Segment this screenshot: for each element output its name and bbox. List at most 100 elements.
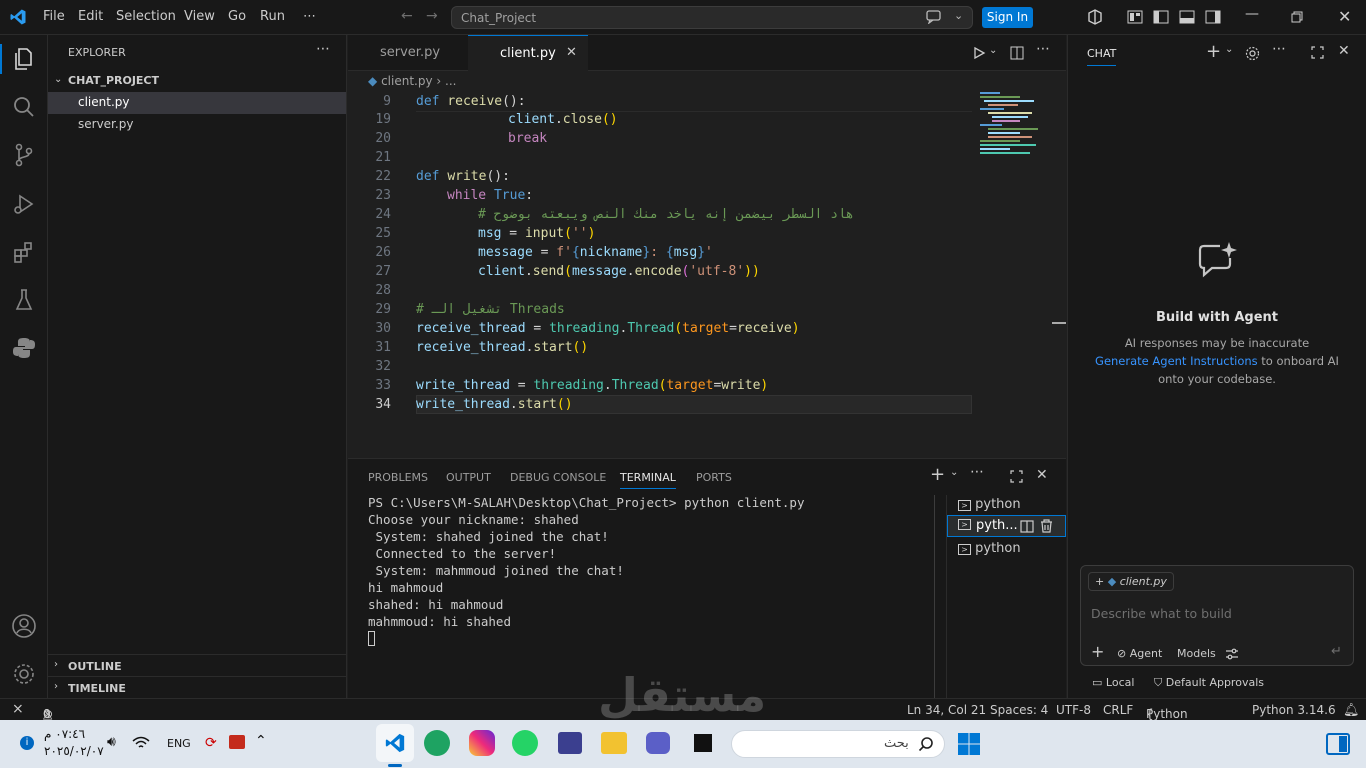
forward-arrow-icon[interactable]: → [426, 8, 438, 24]
testing-flask-icon[interactable] [10, 286, 38, 314]
menu-run[interactable]: Run [260, 9, 285, 24]
tab-server[interactable]: server.py [348, 35, 466, 71]
info-badge-icon[interactable]: i [20, 736, 34, 750]
timeline-section[interactable]: TIMELINE [68, 682, 126, 695]
more-actions-icon[interactable]: ⋯ [1036, 41, 1050, 57]
clock-time[interactable]: ٠٧:٤٦ م [44, 727, 85, 741]
local-button[interactable]: ▭ Local [1092, 676, 1134, 689]
language-indicator[interactable]: ENG [167, 737, 191, 750]
project-folder[interactable]: CHAT_PROJECT [68, 74, 159, 87]
settings-gear-icon[interactable] [10, 660, 38, 688]
close-tab-icon[interactable]: ✕ [566, 45, 577, 60]
settings-gear-icon[interactable] [1245, 46, 1260, 61]
windows-start-icon[interactable] [957, 732, 981, 756]
layout-customize-icon[interactable] [1127, 10, 1143, 24]
chevron-right-icon[interactable]: › [54, 681, 58, 692]
vscode-app-icon[interactable] [384, 732, 406, 754]
tools-sliders-icon[interactable] [1225, 648, 1239, 660]
tab-terminal[interactable]: TERMINAL [620, 471, 676, 489]
restore-icon[interactable] [1291, 11, 1303, 23]
file-item-server[interactable]: server.py [48, 114, 346, 136]
chat-input-box[interactable]: + ◆ client.py Describe what to build + ⊘… [1080, 565, 1354, 666]
chrome-app-icon[interactable] [424, 730, 450, 756]
meeting-icon[interactable] [229, 735, 245, 749]
menu-file[interactable]: File [43, 9, 65, 24]
outline-section[interactable]: OUTLINE [68, 660, 122, 673]
models-button[interactable]: Models [1177, 647, 1216, 660]
remote-icon[interactable]: ⨯ [12, 701, 24, 717]
tab-ports[interactable]: PORTS [696, 471, 732, 484]
attach-icon[interactable]: + [1091, 642, 1104, 661]
search-icon[interactable] [10, 93, 38, 121]
chevron-down-icon[interactable]: ⌄ [950, 467, 958, 478]
chat-input-placeholder[interactable]: Describe what to build [1091, 606, 1232, 621]
command-center-search[interactable]: Chat_Project ⌄ [451, 6, 973, 29]
chevron-right-icon[interactable]: › [54, 659, 58, 670]
extensions-icon[interactable] [10, 238, 38, 266]
back-arrow-icon[interactable]: ← [401, 8, 413, 24]
sync-icon[interactable]: ⟳ [205, 735, 217, 751]
close-window-icon[interactable]: ✕ [1338, 7, 1351, 26]
minimize-icon[interactable]: — [1245, 6, 1259, 22]
notifications-bell-icon[interactable]: 🔔︎ [1343, 703, 1360, 718]
volume-icon[interactable]: 🔊︎ [107, 734, 116, 750]
tab-debug-console[interactable]: DEBUG CONSOLE [510, 471, 606, 484]
minimap[interactable] [978, 92, 1050, 162]
chevron-down-icon[interactable]: ⌄ [54, 74, 62, 85]
run-file-icon[interactable] [972, 46, 986, 60]
python-interpreter[interactable]: Python 3.14.6 [1252, 703, 1336, 717]
chevron-down-icon[interactable]: ⌄ [1225, 44, 1233, 55]
chevron-up-icon[interactable]: ⌃ [255, 733, 267, 749]
widgets-icon[interactable] [1326, 733, 1350, 755]
new-terminal-icon[interactable]: + [930, 464, 945, 485]
breadcrumb-more[interactable]: ... [445, 74, 456, 88]
context-chip[interactable]: + ◆ client.py [1088, 572, 1174, 591]
run-debug-icon[interactable] [10, 190, 38, 218]
terminal-app-icon[interactable] [694, 734, 712, 752]
terminal-item-active[interactable]: > pyth... [947, 515, 1066, 537]
wifi-icon[interactable] [132, 736, 150, 750]
tab-client[interactable]: client.py ✕ [468, 35, 588, 71]
generate-instructions-link[interactable]: Generate Agent Instructions [1095, 354, 1258, 368]
more-actions-icon[interactable]: ⋯ [316, 41, 330, 57]
sign-in-button[interactable]: Sign In [982, 7, 1033, 28]
accounts-icon[interactable] [10, 612, 38, 640]
explorer-files-icon[interactable] [10, 45, 38, 73]
clock-date[interactable]: ٢٠٢٥/٠٢/٠٧ [44, 744, 104, 758]
file-explorer-icon[interactable] [601, 732, 627, 754]
end-of-line[interactable]: CRLF [1103, 703, 1133, 717]
chat-bubble-icon[interactable] [926, 10, 942, 24]
close-chat-icon[interactable]: ✕ [1338, 43, 1350, 59]
copilot-icon[interactable] [1087, 9, 1103, 25]
default-approvals-button[interactable]: ⛉ Default Approvals [1154, 676, 1264, 690]
menu-edit[interactable]: Edit [78, 9, 103, 24]
encoding[interactable]: UTF-8 [1056, 703, 1091, 717]
toggle-panel-icon[interactable] [1179, 10, 1195, 24]
chevron-down-icon[interactable]: ⌄ [989, 45, 997, 56]
terminal-item[interactable]: > python [958, 497, 1021, 512]
add-context-icon[interactable]: + [1095, 575, 1108, 588]
menu-selection[interactable]: Selection [116, 9, 176, 24]
python-icon[interactable] [10, 334, 38, 362]
send-icon[interactable]: ↵ [1331, 644, 1342, 659]
tab-problems[interactable]: PROBLEMS [368, 471, 428, 484]
cursor-position[interactable]: Ln 34, Col 21 [907, 703, 986, 717]
more-actions-icon[interactable]: ⋯ [970, 464, 984, 480]
indentation[interactable]: Spaces: 4 [990, 703, 1048, 717]
trash-icon[interactable] [1040, 519, 1053, 533]
menu-go[interactable]: Go [228, 9, 246, 24]
chevron-down-icon[interactable]: ⌄ [954, 9, 963, 22]
more-actions-icon[interactable]: ⋯ [1272, 41, 1286, 57]
agent-mode-button[interactable]: ⊘ Agent [1117, 647, 1162, 660]
split-terminal-icon[interactable] [1020, 520, 1034, 533]
teams-app-icon[interactable] [646, 732, 670, 754]
new-chat-icon[interactable]: + [1206, 41, 1221, 62]
menu-more[interactable]: ⋯ [303, 9, 316, 24]
terminal-item[interactable]: > python [958, 541, 1021, 556]
close-panel-icon[interactable]: ✕ [1036, 467, 1048, 483]
breadcrumb-file[interactable]: client.py [381, 74, 433, 88]
app-icon[interactable] [558, 732, 582, 754]
whatsapp-app-icon[interactable] [512, 730, 538, 756]
file-item-client[interactable]: client.py [48, 92, 346, 114]
tab-output[interactable]: OUTPUT [446, 471, 491, 484]
